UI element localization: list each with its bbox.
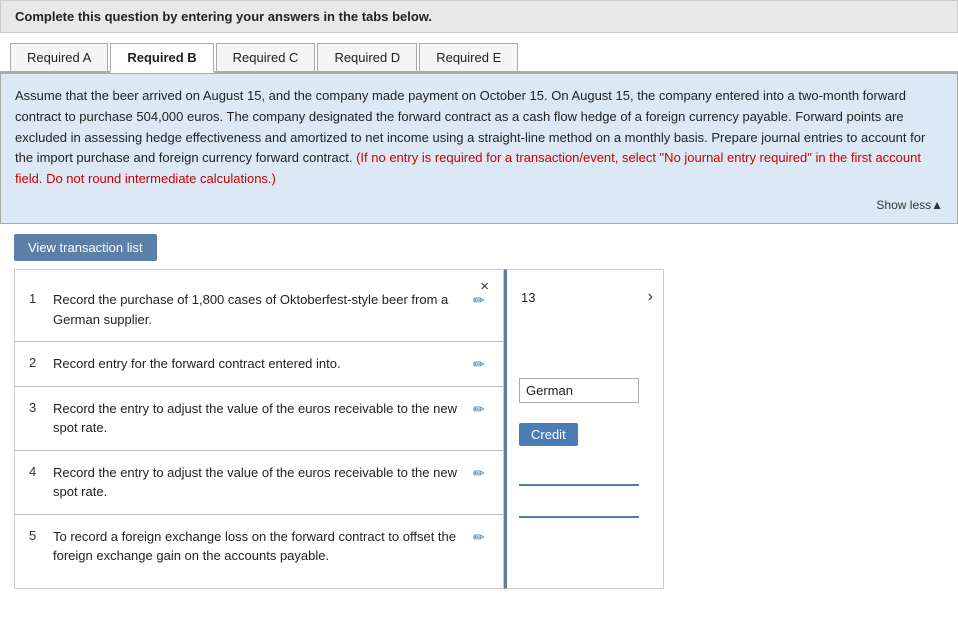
german-dropdown-row: German <box>519 378 651 403</box>
close-button[interactable]: × <box>480 278 489 295</box>
view-transaction-list-button[interactable]: View transaction list <box>14 234 157 261</box>
credit-button[interactable]: Credit <box>519 423 578 446</box>
german-dropdown[interactable]: German <box>519 378 639 403</box>
transaction-num-2: 2 <box>29 354 45 370</box>
transaction-item-5: 5 To record a foreign exchange loss on t… <box>15 517 503 576</box>
show-less-btn[interactable]: Show less▲ <box>15 196 943 215</box>
top-instruction: Complete this question by entering your … <box>0 0 958 33</box>
transaction-desc-5: To record a foreign exchange loss on the… <box>53 527 465 566</box>
tabs-bar: Required A Required B Required C Require… <box>0 43 958 73</box>
transaction-num-5: 5 <box>29 527 45 543</box>
edit-icon-2[interactable]: ✏ <box>473 356 489 373</box>
right-items-area: German Credit <box>513 366 657 540</box>
amount-input-1[interactable] <box>519 468 639 486</box>
view-transaction-label: View transaction list <box>28 240 143 255</box>
instruction-text: Complete this question by entering your … <box>15 9 432 24</box>
transaction-desc-3: Record the entry to adjust the value of … <box>53 399 465 438</box>
tab-required-a[interactable]: Required A <box>10 43 108 71</box>
tab-required-c[interactable]: Required C <box>216 43 316 71</box>
scenario-box: Assume that the beer arrived on August 1… <box>0 73 958 224</box>
transaction-desc-4: Record the entry to adjust the value of … <box>53 463 465 502</box>
input-row-1 <box>519 468 651 486</box>
german-label: German <box>526 383 573 398</box>
transaction-item-1: 1 Record the purchase of 1,800 cases of … <box>15 280 503 339</box>
transaction-num-4: 4 <box>29 463 45 479</box>
transaction-item-3: 3 Record the entry to adjust the value o… <box>15 389 503 448</box>
edit-icon-5[interactable]: ✏ <box>473 529 489 546</box>
main-content: × 1 Record the purchase of 1,800 cases o… <box>14 269 958 589</box>
edit-icon-4[interactable]: ✏ <box>473 465 489 482</box>
tab-required-d[interactable]: Required D <box>317 43 417 71</box>
input-row-2 <box>519 500 651 518</box>
transaction-desc-1: Record the purchase of 1,800 cases of Ok… <box>53 290 465 329</box>
tab-required-e[interactable]: Required E <box>419 43 518 71</box>
transaction-number: 13 <box>521 290 535 305</box>
right-panel: 13 › German Credit <box>504 269 664 589</box>
transaction-num-3: 3 <box>29 399 45 415</box>
transaction-item-4: 4 Record the entry to adjust the value o… <box>15 453 503 512</box>
show-less-label: Show less▲ <box>876 198 943 212</box>
credit-row: Credit <box>519 419 651 454</box>
amount-input-2[interactable] <box>519 500 639 518</box>
transaction-num-1: 1 <box>29 290 45 306</box>
transaction-item-2: 2 Record entry for the forward contract … <box>15 344 503 384</box>
credit-label: Credit <box>531 427 566 442</box>
chevron-right-icon[interactable]: › <box>648 288 653 306</box>
transaction-panel: × 1 Record the purchase of 1,800 cases o… <box>14 269 504 589</box>
tab-required-b[interactable]: Required B <box>110 43 213 73</box>
number-row: 13 › <box>513 280 657 366</box>
edit-icon-3[interactable]: ✏ <box>473 401 489 418</box>
transaction-desc-2: Record entry for the forward contract en… <box>53 354 465 374</box>
close-icon: × <box>480 278 489 295</box>
